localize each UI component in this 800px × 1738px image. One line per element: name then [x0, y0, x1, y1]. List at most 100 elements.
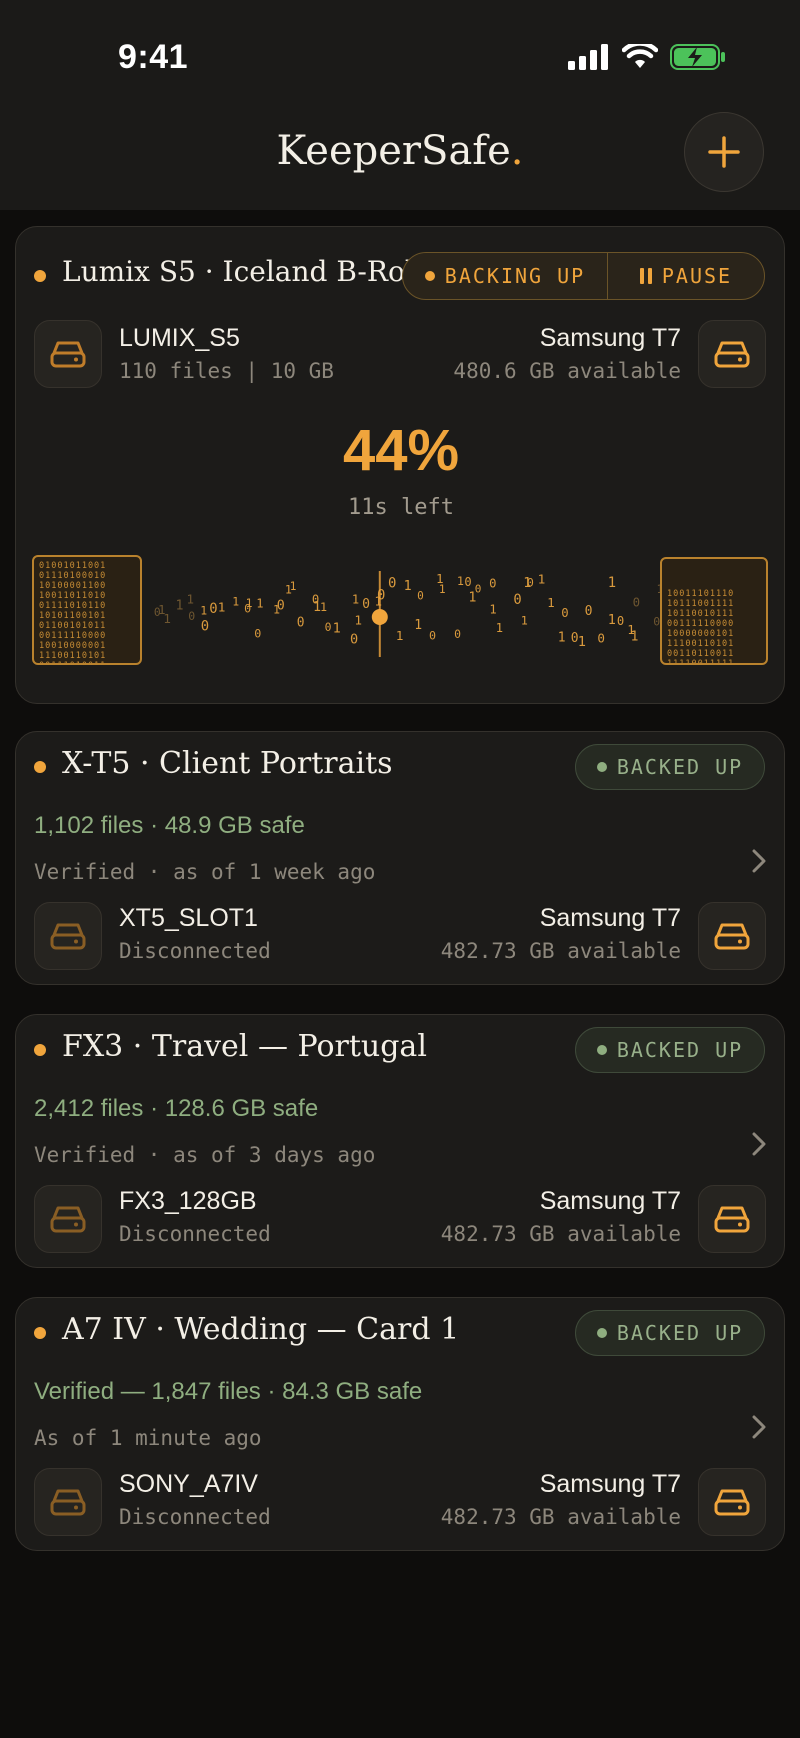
destination-drive-button[interactable]	[698, 1468, 766, 1536]
stream-digit: 0	[429, 629, 436, 643]
stream-digit: 1	[414, 618, 422, 633]
stream-digit: 1	[290, 580, 297, 593]
bit-row: 11110011111	[667, 659, 735, 665]
stream-digit: 0	[633, 594, 640, 609]
source-name: LUMIX_S5	[119, 324, 240, 352]
stream-digit: 0	[297, 615, 305, 630]
cellular-signal-icon	[568, 44, 608, 70]
destination-name: Samsung T7	[539, 324, 681, 352]
stream-digit: 1	[354, 612, 362, 627]
card-title: FX3 · Travel — Portugal	[62, 1029, 427, 1064]
destination-detail: 482.73 GB available	[440, 1505, 681, 1529]
stream-digit: 0	[362, 597, 370, 612]
stream-digit: 1	[163, 612, 171, 627]
card-bullet	[34, 270, 46, 282]
pause-button[interactable]: PAUSE	[608, 253, 764, 299]
bit-row: 00111010011	[39, 661, 135, 663]
stream-digit: 0	[597, 631, 605, 646]
source-drive-button[interactable]	[34, 320, 102, 388]
stream-digit: 0	[561, 606, 568, 620]
source-name: FX3_128GB	[119, 1187, 257, 1215]
add-backup-button[interactable]	[684, 112, 764, 192]
bit-row: 10100001100	[39, 581, 107, 591]
progress-marker-dot	[371, 609, 388, 625]
status-label: BACKED UP	[616, 1321, 744, 1345]
bit-row: 10111001111	[667, 599, 735, 609]
bit-row: 10011011010	[39, 591, 107, 601]
destination-name: Samsung T7	[539, 1187, 681, 1215]
destination-name: Samsung T7	[539, 1470, 681, 1498]
stream-digit: 1	[218, 600, 226, 615]
bit-row: 01110100010	[39, 571, 107, 581]
stream-digit: 0	[475, 583, 482, 596]
source-detail: Disconnected	[119, 939, 271, 963]
backup-status-control: BACKING UP PAUSE	[402, 252, 765, 300]
bit-row: 01100101011	[39, 621, 107, 631]
chevron-right-icon[interactable]	[750, 847, 768, 875]
chevron-right-icon[interactable]	[750, 1130, 768, 1158]
hard-drive-icon	[714, 1206, 750, 1233]
card-title: Lumix S5 · Iceland B-Roll	[62, 255, 423, 288]
stream-digit: 1	[436, 571, 444, 586]
bit-row: 11100110101	[667, 639, 735, 649]
plus-icon	[708, 136, 740, 168]
destination-drive-button[interactable]	[698, 320, 766, 388]
status-icons	[568, 44, 726, 70]
stream-digit: 0	[617, 614, 624, 628]
hard-drive-icon	[714, 341, 750, 368]
transfer-stream: 0111 10 100 1 101 10101100110 1011 001011010110…	[154, 571, 664, 657]
stream-digit: 1	[187, 591, 195, 606]
source-drive-button[interactable]	[34, 1468, 102, 1536]
hard-drive-icon	[50, 923, 86, 950]
bit-row: 10110010111	[667, 609, 735, 619]
hard-drive-icon	[50, 1489, 86, 1516]
stream-digit: 1	[496, 620, 503, 635]
bit-row: 01111010110	[39, 601, 107, 611]
bit-row: 10101100101	[39, 611, 107, 621]
hard-drive-icon	[50, 341, 86, 368]
status-time: 9:41	[118, 38, 189, 76]
bit-row: 01001011001	[39, 561, 107, 571]
stream-digit: 0	[350, 631, 358, 647]
status-label: BACKED UP	[616, 1038, 744, 1062]
status-dot	[596, 1328, 607, 1338]
wifi-icon	[622, 44, 658, 68]
backup-card[interactable]: X-T5 · Client Portraits BACKED UP 1,102 …	[15, 731, 785, 985]
status-label: BACKING UP	[444, 264, 586, 288]
bit-row: 00110110011	[667, 649, 735, 659]
status-dot	[596, 1045, 607, 1055]
stream-digit: 1	[200, 604, 207, 618]
stream-digit: 1	[457, 574, 464, 588]
stream-digit: 1	[352, 592, 359, 606]
destination-drive-button[interactable]	[698, 902, 766, 970]
source-data-block: 01001011001 01110100010 10100001100 1001101…	[32, 555, 142, 665]
card-bullet	[34, 761, 46, 773]
source-name: SONY_A7IV	[119, 1470, 258, 1498]
backup-summary: 1,102 files · 48.9 GB safe	[34, 812, 305, 839]
destination-name: Samsung T7	[539, 904, 681, 932]
stream-digit: 1	[558, 631, 566, 646]
stream-digit: 0	[201, 619, 209, 635]
stream-digit: 1	[521, 613, 528, 627]
active-backup-card[interactable]: Lumix S5 · Iceland B-Roll BACKING UP PAU…	[15, 226, 785, 704]
chevron-right-icon[interactable]	[750, 1413, 768, 1441]
stream-digit: 1	[256, 597, 263, 611]
source-detail: Disconnected	[119, 1222, 271, 1246]
status-badge: BACKED UP	[575, 1027, 765, 1073]
destination-drive-button[interactable]	[698, 1185, 766, 1253]
destination-detail: 482.73 GB available	[440, 1222, 681, 1246]
source-drive-button[interactable]	[34, 1185, 102, 1253]
stream-digit: 0	[277, 598, 285, 613]
source-detail: Disconnected	[119, 1505, 271, 1529]
status-label: BACKED UP	[616, 755, 744, 779]
stream-digit: 1	[538, 573, 546, 588]
progress-percent: 44%	[342, 418, 460, 483]
source-drive-button[interactable]	[34, 902, 102, 970]
bit-row: 11100110101	[39, 651, 107, 661]
hard-drive-icon	[50, 1206, 86, 1233]
stream-digit: 1	[374, 595, 382, 610]
backup-card[interactable]: FX3 · Travel — Portugal BACKED UP 2,412 …	[15, 1014, 785, 1268]
header: 9:41 KeeperSafe.	[0, 0, 800, 210]
stream-digit: 0	[585, 604, 593, 619]
backup-card[interactable]: A7 IV · Wedding — Card 1 BACKED UP Verif…	[15, 1297, 785, 1551]
